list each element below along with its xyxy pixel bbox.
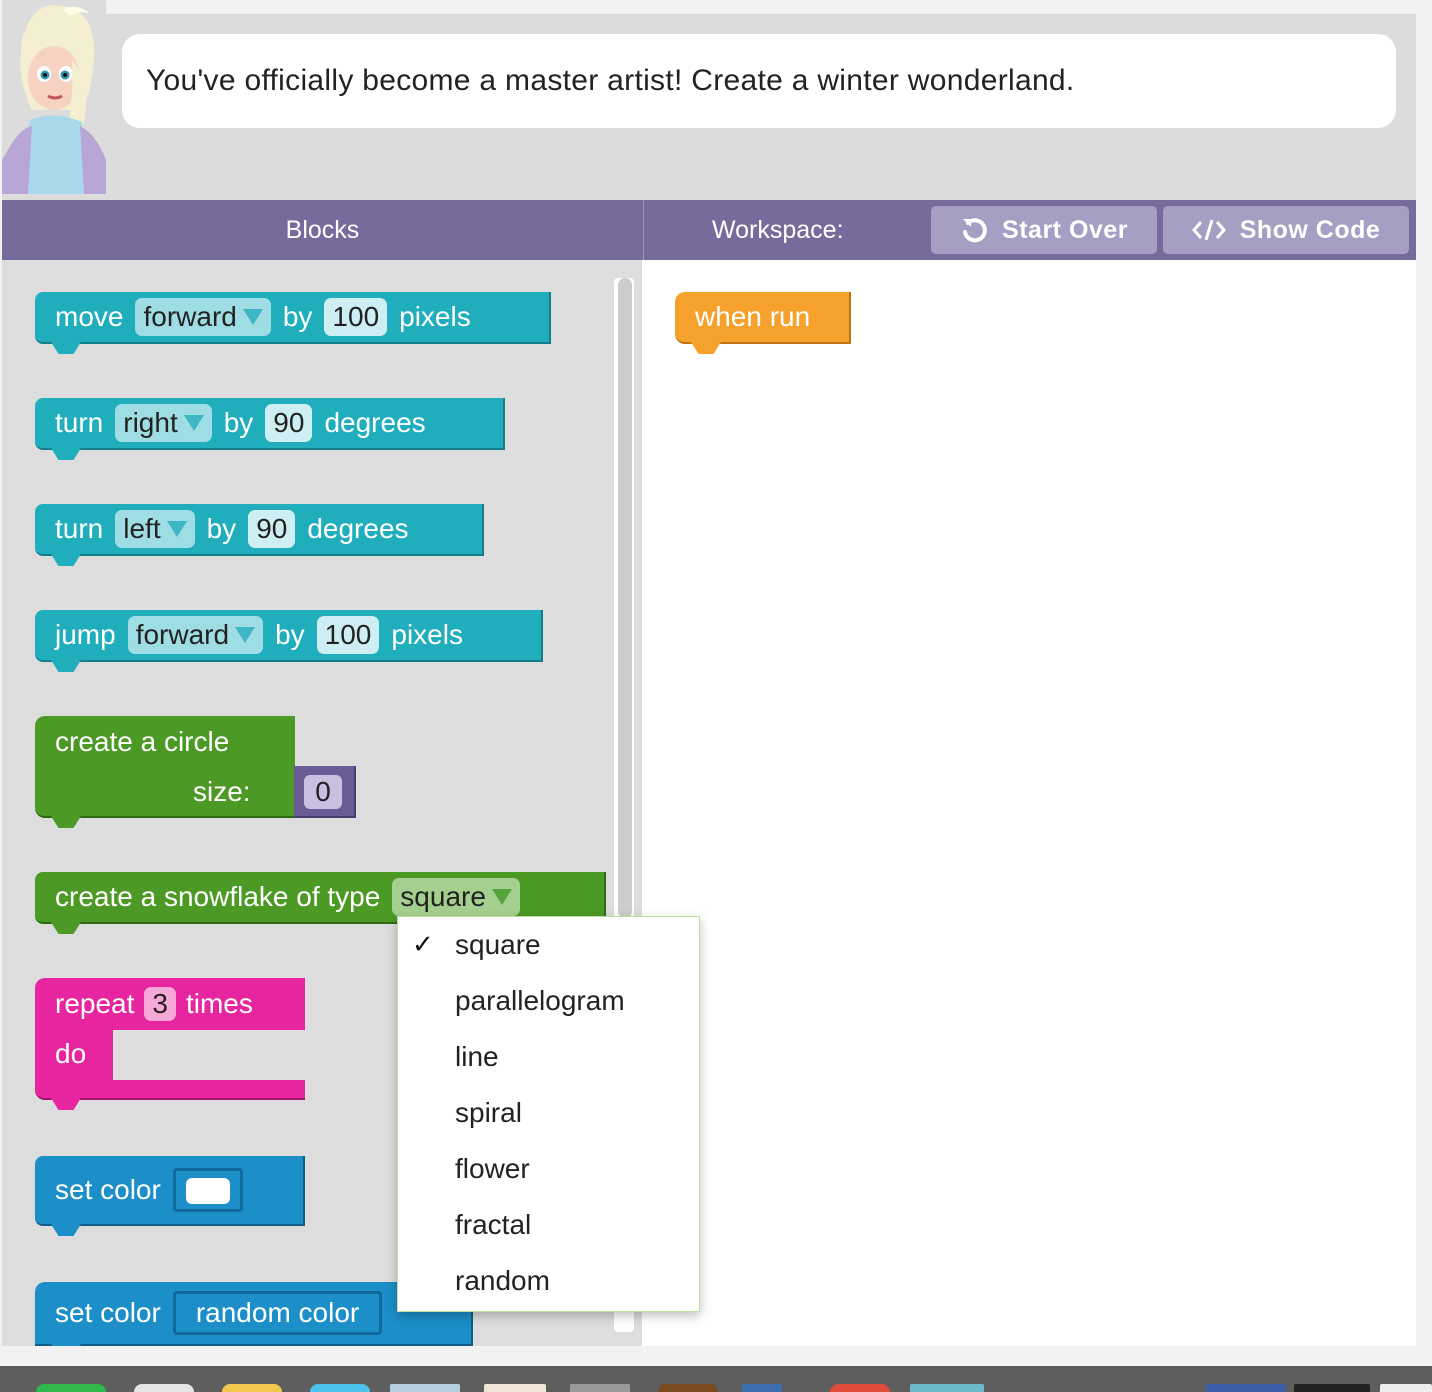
block-keyword: turn: [55, 407, 104, 438]
menu-item-line[interactable]: line: [455, 1037, 499, 1077]
menu-item-flower[interactable]: flower: [455, 1149, 530, 1189]
when-run-block[interactable]: when run: [675, 292, 851, 344]
taskbar-app-icon[interactable]: [658, 1384, 718, 1392]
color-picker-field[interactable]: [172, 1168, 243, 1212]
angle-field[interactable]: 90: [265, 404, 313, 442]
instruction-text: You've officially become a master artist…: [146, 64, 1075, 97]
workspace-canvas[interactable]: [642, 260, 1416, 1346]
turn-direction-dropdown[interactable]: left: [115, 510, 195, 548]
editor-header: Blocks Workspace: Start Over Show Code: [2, 200, 1416, 260]
dropdown-arrow-icon: [235, 627, 256, 643]
block-text: by: [275, 619, 305, 650]
taskbar-app-icon[interactable]: [742, 1384, 782, 1392]
instruction-area: You've officially become a master artist…: [2, 0, 1416, 200]
direction-dropdown[interactable]: forward: [127, 616, 264, 654]
block-label: set color: [55, 1174, 161, 1205]
show-code-button[interactable]: Show Code: [1163, 206, 1409, 254]
repeat-count-field[interactable]: 3: [144, 987, 176, 1021]
dropdown-arrow-icon: [166, 521, 187, 537]
turn-direction-dropdown[interactable]: right: [115, 404, 212, 442]
instruction-bubble: You've officially become a master artist…: [122, 34, 1396, 128]
menu-item-fractal[interactable]: fractal: [455, 1205, 531, 1245]
menu-item-parallelogram[interactable]: parallelogram: [455, 981, 625, 1021]
taskbar-app-icon[interactable]: [1294, 1384, 1370, 1392]
dropdown-arrow-icon: [491, 889, 512, 905]
dropdown-arrow-icon: [242, 309, 263, 325]
block-label: create a snowflake of type: [55, 881, 381, 912]
direction-value: left: [123, 513, 161, 544]
when-run-label: when run: [695, 301, 811, 332]
size-number-block[interactable]: 0: [294, 766, 356, 818]
size-value[interactable]: 0: [304, 775, 342, 809]
block-text: by: [282, 301, 313, 332]
show-code-label: Show Code: [1239, 215, 1381, 244]
block-text: by: [206, 513, 237, 544]
page-bottom-strip: [0, 1346, 1432, 1366]
block-unit: degrees: [307, 513, 409, 544]
taskbar-app-icon[interactable]: [830, 1384, 890, 1392]
blocks-title: Blocks: [285, 215, 360, 244]
angle-field[interactable]: 90: [248, 510, 296, 548]
move-forward-block[interactable]: move forward by 100 pixels: [35, 292, 551, 344]
menu-item-random[interactable]: random: [455, 1261, 550, 1301]
dropdown-arrow-icon: [183, 415, 204, 431]
taskbar-app-icon[interactable]: [484, 1384, 546, 1392]
snowflake-type-value: square: [400, 881, 486, 912]
turn-right-block[interactable]: turn right by 90 degrees: [35, 398, 505, 450]
taskbar-app-icon[interactable]: [1206, 1384, 1286, 1392]
block-unit: degrees: [324, 407, 426, 438]
times-label: times: [185, 988, 253, 1019]
direction-dropdown[interactable]: forward: [135, 298, 271, 336]
header-divider: [643, 200, 644, 260]
taskbar-app-icon[interactable]: [390, 1384, 460, 1392]
repeat-label: repeat: [55, 988, 135, 1019]
code-icon: [1191, 219, 1226, 241]
repeat-block-bottom: [35, 1080, 305, 1100]
block-keyword: turn: [55, 513, 104, 544]
start-over-label: Start Over: [1002, 215, 1128, 244]
taskbar-app-icon[interactable]: [310, 1384, 370, 1392]
color-swatch: [185, 1178, 230, 1204]
repeat-block[interactable]: repeat 3 times do: [35, 978, 305, 1100]
random-color-block[interactable]: random color: [172, 1291, 383, 1335]
taskbar-app-icon[interactable]: [910, 1384, 984, 1392]
snowflake-type-dropdown[interactable]: square: [392, 878, 520, 916]
taskbar-app-icon[interactable]: [1380, 1384, 1432, 1392]
do-label: do: [55, 1038, 87, 1069]
set-color-block[interactable]: set color: [35, 1156, 305, 1226]
repeat-header: repeat 3 times: [55, 987, 253, 1021]
block-text: by: [223, 407, 254, 438]
create-circle-block[interactable]: create a circle size:: [35, 716, 295, 818]
taskbar-app-icon[interactable]: [570, 1384, 630, 1392]
amount-field[interactable]: 100: [316, 616, 380, 654]
restart-icon: [963, 218, 987, 243]
direction-value: right: [123, 407, 178, 438]
block-label: set color: [55, 1297, 161, 1328]
taskbar-app-icon[interactable]: [36, 1384, 106, 1392]
size-label: size:: [193, 776, 251, 807]
direction-value: forward: [143, 301, 237, 332]
direction-value: forward: [135, 619, 230, 650]
toolbox-scrollbar-thumb[interactable]: [618, 278, 632, 918]
menu-item-spiral[interactable]: spiral: [455, 1093, 522, 1133]
workspace-title: Workspace:: [712, 215, 844, 244]
elsa-avatar: [2, 0, 106, 194]
menu-item-square[interactable]: square: [455, 925, 541, 965]
snowflake-type-menu: ✓ square parallelogram line spiral flowe…: [397, 916, 700, 1312]
block-unit: pixels: [399, 301, 471, 332]
turn-left-block[interactable]: turn left by 90 degrees: [35, 504, 484, 556]
taskbar-app-icon[interactable]: [222, 1384, 282, 1392]
block-keyword: jump: [55, 619, 116, 650]
block-label: create a circle: [55, 726, 230, 757]
checkmark-icon: ✓: [412, 929, 434, 959]
start-over-button[interactable]: Start Over: [931, 206, 1157, 254]
taskbar-app-icon[interactable]: [134, 1384, 194, 1392]
block-unit: pixels: [391, 619, 463, 650]
amount-field[interactable]: 100: [324, 298, 388, 336]
jump-forward-block[interactable]: jump forward by 100 pixels: [35, 610, 543, 662]
block-keyword: move: [55, 301, 124, 332]
